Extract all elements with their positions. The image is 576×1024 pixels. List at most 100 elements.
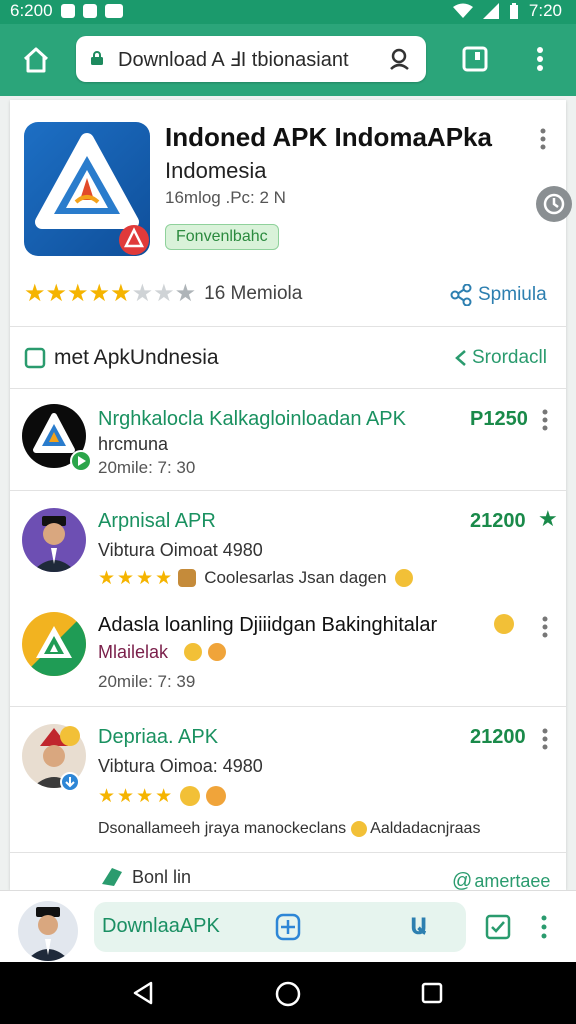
star-empty-icon: ★ [131, 280, 154, 307]
app-logo-icon[interactable] [24, 122, 150, 256]
star-icon: ★ [117, 785, 135, 807]
divider [10, 490, 566, 491]
list-item-subtitle: hrcmuna [98, 434, 169, 454]
lock-icon [91, 51, 103, 65]
bookmark-icon [102, 868, 122, 886]
emoji-icon [60, 726, 80, 746]
list-item-title[interactable]: Depriaa. APK [98, 726, 218, 749]
status-time-right: 7:20 [528, 1, 562, 20]
translate-icon[interactable]: Ա [410, 914, 428, 940]
checkbox-icon[interactable] [484, 913, 512, 941]
list-item-rating: ★ ★ ★ ★ [98, 785, 227, 807]
avatar[interactable] [22, 612, 86, 676]
share-label: Spmiula [478, 284, 547, 305]
emoji-icon [184, 643, 202, 661]
avatar[interactable] [22, 508, 86, 572]
more-vert-icon[interactable] [540, 915, 548, 939]
refresh-icon [543, 193, 565, 215]
item-more-icon[interactable] [542, 728, 548, 750]
browser-toolbar: Download A ℲI tbionasiant [0, 24, 576, 96]
star-icon: ★ [98, 567, 116, 589]
emoji-icon [394, 569, 413, 587]
list-item-subtitle: Vibtura Oimoa: 4980 [98, 756, 263, 776]
tabs-icon[interactable] [460, 44, 490, 74]
star-icon: ★ [88, 280, 111, 307]
list-item-subtitle: Vibtura Oimoat 4980 [98, 540, 263, 560]
add-icon[interactable] [274, 912, 302, 942]
more-link-label: amertaee [474, 871, 551, 891]
sort-button[interactable]: Srordacll [454, 347, 547, 369]
star-icon: ★ [155, 785, 173, 807]
app-logo-icon [22, 612, 86, 676]
star-icon: ★ [117, 567, 135, 589]
list-item-review: Dsonallameeh jraya manockeclans Aaldadac… [98, 820, 481, 837]
list-item-price: P1250 [470, 408, 528, 430]
star-icon: ★ [45, 280, 68, 307]
sim-icon [82, 4, 97, 18]
history-button[interactable] [536, 186, 572, 222]
notification-icon [60, 4, 75, 18]
url-text: Download A ℲI tbionasiant [118, 49, 349, 71]
favorite-star-icon[interactable]: ★ [538, 506, 558, 532]
list-item-title[interactable]: Nrghkalocla Kalkagloinloadan APK [98, 408, 406, 431]
section-header: met ApkUndnesia [24, 346, 219, 370]
review-icon [178, 569, 197, 587]
divider [10, 852, 566, 853]
battery-icon [509, 3, 518, 19]
share-button[interactable]: Spmiula [450, 284, 547, 306]
emoji-icon [494, 614, 514, 634]
list-item-title[interactable]: Arpnisal APR [98, 510, 216, 533]
back-icon[interactable] [130, 980, 156, 1006]
app-rating: ★ ★ ★ ★ ★ ★ ★ ★ 16 Memiola [24, 282, 302, 306]
user-avatar[interactable] [18, 901, 78, 961]
address-bar[interactable]: Download A ℲI tbionasiant [76, 36, 426, 82]
book-link[interactable]: Bonl lin [100, 866, 191, 888]
star-icon: ★ [110, 280, 132, 307]
share-icon [450, 284, 472, 306]
app-meta: 16mlog .Pc: 2 N [165, 188, 286, 207]
item-more-icon[interactable] [542, 616, 548, 638]
list-item-price: 21200 [470, 510, 526, 532]
more-vert-icon[interactable] [530, 44, 550, 74]
status-bar: 6:200 7:20 [0, 0, 576, 24]
recents-icon[interactable] [420, 981, 444, 1005]
emoji-icon [180, 786, 201, 806]
star-empty-icon: ★ [174, 280, 197, 307]
app-more-icon[interactable] [540, 128, 546, 150]
person-avatar-icon [32, 516, 76, 572]
signal-icon [482, 3, 499, 19]
list-item-rating: ★ ★ ★ ★ Coolesarlas Jsan dagen [98, 568, 413, 588]
home-nav-icon[interactable] [274, 980, 302, 1008]
sort-label: Srordacll [472, 347, 547, 368]
star-icon: ★ [98, 785, 116, 807]
star-icon: ★ [136, 785, 154, 807]
search-icon[interactable] [388, 47, 412, 71]
system-nav-bar [0, 962, 576, 1024]
bottom-pill[interactable]: DownlaaAPK Ա [94, 902, 466, 952]
bottom-bar-label: DownlaaAPK [102, 915, 220, 937]
star-icon: ★ [155, 567, 173, 589]
section-title: met ApkUndnesia [54, 346, 219, 369]
item-more-icon[interactable] [542, 409, 548, 431]
book-link-label: Bonl lin [132, 866, 192, 887]
home-icon[interactable] [22, 46, 50, 74]
emoji-icon [208, 643, 226, 661]
app-title: Indoned APK IndomaAPka [165, 122, 492, 152]
star-icon: ★ [67, 280, 89, 307]
status-time-left: 6:200 [10, 1, 53, 20]
play-badge-icon [70, 450, 92, 472]
list-item-time: 20mile: 7: 39 [98, 672, 196, 691]
list-item-price: 21200 [470, 726, 526, 748]
list-item-review: Coolesarlas Jsan dagen [204, 568, 387, 587]
app-subtitle: Indomesia [165, 158, 267, 183]
bottom-bar: DownlaaAPK Ա [0, 890, 576, 963]
divider [10, 326, 566, 327]
list-item-time: 20mile: 7: 30 [98, 458, 196, 477]
person-avatar-icon [26, 907, 70, 961]
star-icon: ★ [136, 567, 154, 589]
rating-count: 16 Memiola [204, 283, 303, 304]
download-badge-icon [60, 772, 80, 792]
emoji-icon [206, 786, 227, 806]
list-item-subtitle: Mlailelak [98, 642, 169, 662]
list-item-title[interactable]: Adasla loanling Djiiidgan Bakinghitalar [98, 614, 437, 637]
